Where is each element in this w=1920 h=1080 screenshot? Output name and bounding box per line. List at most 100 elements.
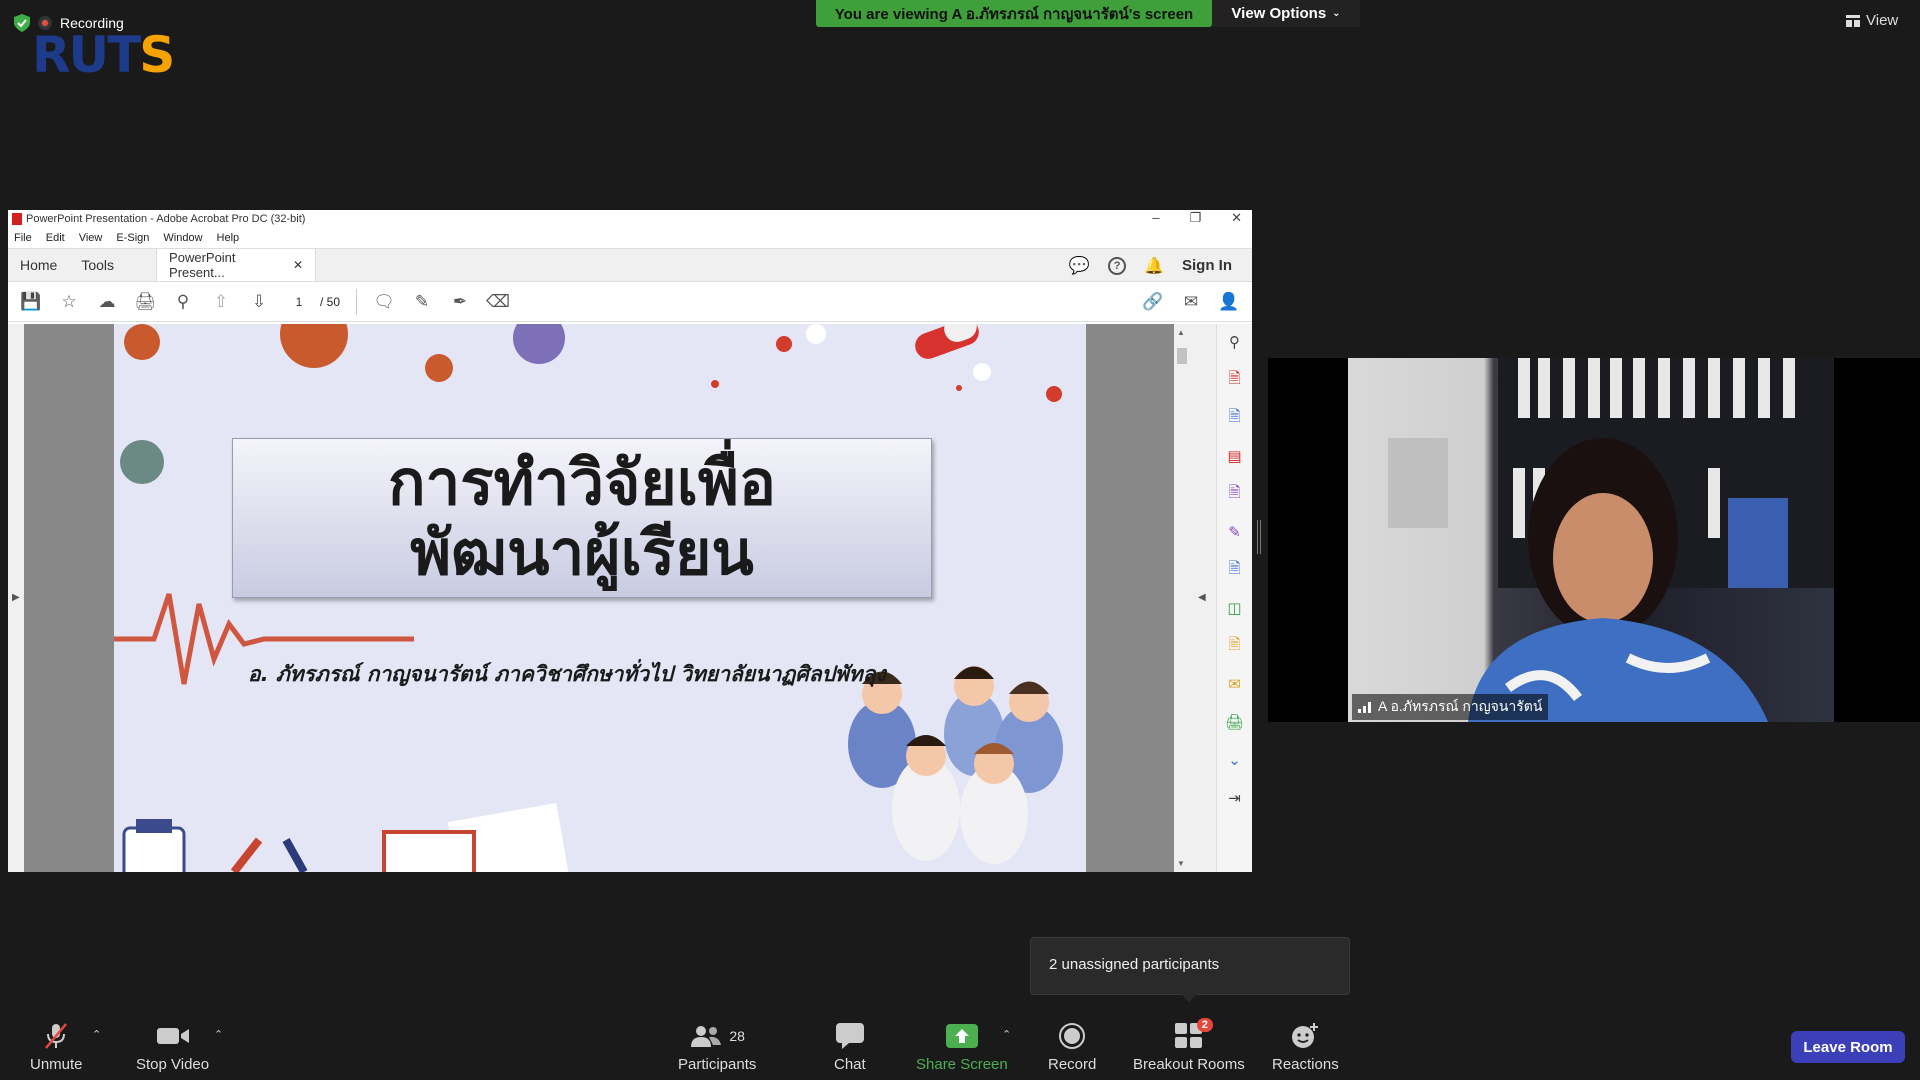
participant-name: A อ.ภัทรภรณ์ กาญจนารัตน์ bbox=[1378, 698, 1543, 714]
menu-window[interactable]: Window bbox=[163, 232, 202, 244]
unmute-label: Unmute bbox=[30, 1056, 83, 1073]
menu-help[interactable]: Help bbox=[217, 232, 240, 244]
chat-bubble-icon bbox=[835, 1022, 864, 1050]
tab-tools[interactable]: Tools bbox=[69, 249, 126, 281]
breakout-rooms-label: Breakout Rooms bbox=[1133, 1056, 1245, 1073]
search-zoom-icon[interactable]: ⚲ bbox=[1225, 332, 1245, 352]
bell-icon[interactable]: 🔔 bbox=[1144, 256, 1164, 276]
add-user-icon[interactable]: 👤 bbox=[1218, 291, 1240, 313]
page-up-icon[interactable]: ⇧ bbox=[210, 291, 232, 313]
acrobat-title-bar: PowerPoint Presentation - Adobe Acrobat … bbox=[8, 210, 1252, 228]
reactions-button[interactable]: Reactions bbox=[1272, 1022, 1339, 1073]
vertical-scrollbar[interactable]: ▲ ▼ bbox=[1174, 324, 1190, 872]
scroll-thumb[interactable] bbox=[1177, 348, 1187, 364]
menu-view[interactable]: View bbox=[79, 232, 103, 244]
pdf-page[interactable]: การทำวิจัยเพื่อ พัฒนาผู้เรียน อ. ภัทรภรณ… bbox=[114, 324, 1086, 872]
muted-mic-icon bbox=[43, 1022, 69, 1050]
unmute-button[interactable]: Unmute bbox=[30, 1022, 83, 1073]
fill-sign-icon[interactable]: ✎ bbox=[1225, 522, 1245, 542]
share-screen-icon bbox=[945, 1022, 978, 1050]
leave-room-button[interactable]: Leave Room bbox=[1791, 1031, 1905, 1063]
viewing-screen-banner: You are viewing A อ.ภัทรภรณ์ กาญจนารัตน์… bbox=[816, 0, 1212, 27]
participant-video: A อ.ภัทรภรณ์ กาญจนารัตน์ bbox=[1348, 358, 1834, 722]
minimize-icon[interactable]: – bbox=[1152, 210, 1159, 226]
page-total: / 50 bbox=[320, 294, 341, 309]
cloud-upload-icon[interactable]: ☁ bbox=[96, 291, 118, 313]
breakout-rooms-button[interactable]: 2 Breakout Rooms bbox=[1133, 1018, 1245, 1073]
stamp-icon[interactable]: ⌫ bbox=[486, 291, 510, 313]
menu-edit[interactable]: Edit bbox=[46, 232, 65, 244]
record-button[interactable]: Record bbox=[1048, 1022, 1096, 1073]
sign-in-link[interactable]: Sign In bbox=[1182, 257, 1232, 274]
star-icon[interactable]: ☆ bbox=[58, 291, 80, 313]
acrobat-window: PowerPoint Presentation - Adobe Acrobat … bbox=[8, 210, 1252, 872]
chevron-down-icon: ⌄ bbox=[1332, 8, 1341, 19]
restore-icon[interactable]: ❐ bbox=[1189, 210, 1201, 226]
record-icon bbox=[1058, 1022, 1086, 1050]
view-options-button[interactable]: View Options ⌄ bbox=[1212, 0, 1360, 27]
smiley-plus-icon bbox=[1290, 1022, 1320, 1050]
organize-pages-icon[interactable]: ▤ bbox=[1225, 446, 1245, 466]
help-icon[interactable]: ? bbox=[1108, 256, 1127, 275]
save-icon[interactable]: 💾 bbox=[20, 291, 42, 313]
video-camera-icon bbox=[156, 1022, 189, 1050]
audio-options-caret-icon[interactable]: ⌃ bbox=[92, 1028, 101, 1041]
tab-home[interactable]: Home bbox=[8, 249, 69, 281]
signal-strength-icon bbox=[1358, 702, 1371, 713]
mail-icon[interactable]: ✉ bbox=[1180, 291, 1202, 313]
acrobat-app-icon bbox=[12, 213, 22, 225]
menu-file[interactable]: File bbox=[14, 232, 32, 244]
acrobat-toolbar: 💾 ☆ ☁ 🖨 ⚲ ⇧ ⇩ / 50 🗨 ✎ ✒ ⌫ 🔗 ✉ 👤 bbox=[8, 282, 1252, 322]
collapse-pane-icon[interactable]: ⇥ bbox=[1225, 788, 1245, 808]
comment-icon[interactable]: 🗨 bbox=[373, 291, 395, 313]
left-panel-toggle[interactable]: ▶ bbox=[8, 324, 24, 872]
print-icon[interactable]: 🖨 bbox=[134, 291, 156, 313]
grid-view-icon bbox=[1846, 14, 1860, 27]
participant-video-tile[interactable]: A อ.ภัทรภรณ์ กาญจนารัตน์ bbox=[1268, 358, 1920, 722]
more-tools-icon[interactable]: ⌄ bbox=[1225, 750, 1245, 770]
comment-bubble-icon[interactable]: 💬 bbox=[1069, 256, 1090, 276]
page-number-input[interactable] bbox=[286, 291, 312, 312]
highlight-pen-icon[interactable]: ✎ bbox=[411, 291, 433, 313]
export-icon[interactable]: 🗎 bbox=[1225, 636, 1245, 656]
close-icon[interactable]: ✕ bbox=[1231, 210, 1242, 226]
page-down-icon[interactable]: ⇩ bbox=[248, 291, 270, 313]
acrobat-tab-bar: Home Tools PowerPoint Present... ✕ 💬 ? 🔔… bbox=[8, 248, 1252, 282]
unassigned-participants-tooltip[interactable]: 2 unassigned participants bbox=[1030, 937, 1350, 1002]
breakout-rooms-badge: 2 bbox=[1196, 1018, 1213, 1032]
breakout-rooms-icon: 2 bbox=[1174, 1018, 1213, 1050]
participants-button[interactable]: 28 Participants bbox=[678, 1022, 756, 1073]
menu-bar: File Edit View E-Sign Window Help bbox=[8, 228, 1252, 248]
share-options-caret-icon[interactable]: ⌃ bbox=[1002, 1028, 1011, 1041]
link-icon[interactable]: 🔗 bbox=[1142, 291, 1164, 313]
comment-tool-icon[interactable]: ✉ bbox=[1225, 674, 1245, 694]
reactions-label: Reactions bbox=[1272, 1056, 1339, 1073]
document-area[interactable]: ▶ การทำวิจัยเพื่อ พัฒนาผู้เรียน อ. ภัทรภ… bbox=[8, 324, 1252, 872]
collapse-right-icon: ◀ bbox=[1198, 592, 1206, 603]
split-view-handle[interactable] bbox=[1257, 520, 1261, 554]
slide-decorations bbox=[114, 324, 1063, 872]
window-title: PowerPoint Presentation - Adobe Acrobat … bbox=[26, 213, 306, 225]
scan-icon[interactable]: 🖨 bbox=[1225, 712, 1245, 732]
edit-pdf-icon[interactable]: 🗎 bbox=[1225, 484, 1245, 504]
right-panel-toggle[interactable]: ◀ bbox=[1190, 324, 1216, 872]
sign-icon[interactable]: ✒ bbox=[449, 291, 471, 313]
view-layout-button[interactable]: View bbox=[1846, 12, 1898, 29]
send-review-icon[interactable]: 🗎 bbox=[1225, 560, 1245, 580]
tab-document[interactable]: PowerPoint Present... ✕ bbox=[156, 249, 317, 281]
menu-esign[interactable]: E-Sign bbox=[116, 232, 149, 244]
slide-title-line-1: การทำวิจัยเพื่อ bbox=[387, 446, 777, 519]
chat-label: Chat bbox=[834, 1056, 866, 1073]
view-options-label: View Options bbox=[1231, 5, 1327, 22]
share-screen-button[interactable]: Share Screen bbox=[916, 1022, 1008, 1073]
chat-button[interactable]: Chat bbox=[834, 1022, 866, 1073]
export-pdf-icon[interactable]: 🗎 bbox=[1225, 408, 1245, 428]
view-label: View bbox=[1866, 12, 1899, 29]
close-tab-icon[interactable]: ✕ bbox=[293, 258, 303, 272]
video-options-caret-icon[interactable]: ⌃ bbox=[214, 1028, 223, 1041]
video-frame-illustration bbox=[1388, 358, 1834, 722]
create-pdf-icon[interactable]: 🗎 bbox=[1225, 370, 1245, 390]
stop-video-button[interactable]: Stop Video bbox=[136, 1022, 209, 1073]
compare-icon[interactable]: ◫ bbox=[1225, 598, 1245, 618]
zoom-out-icon[interactable]: ⚲ bbox=[172, 291, 194, 313]
